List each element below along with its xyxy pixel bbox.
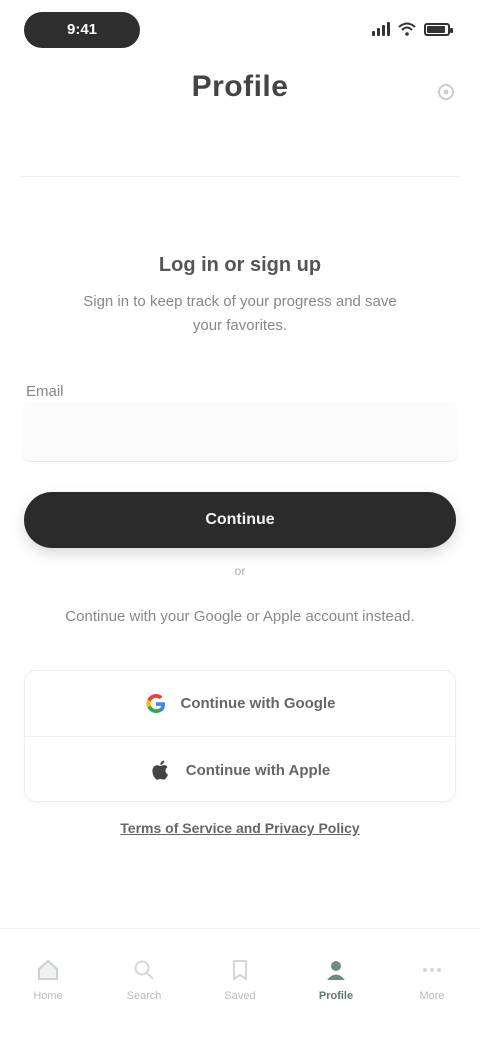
nav-item-more[interactable]: More [384,929,480,1029]
signal-icon [372,22,390,36]
settings-icon[interactable] [434,80,458,104]
home-icon [38,959,58,980]
google-signin-label: Continue with Google [180,695,336,712]
nav-label-profile: Profile [318,990,354,1002]
nav-item-saved[interactable]: Saved [192,929,288,1029]
header-divider [20,176,460,177]
or-divider-text: or [234,564,246,578]
provider-card: Continue with Google Continue with Apple [24,670,456,802]
apple-icon [152,760,168,780]
nav-item-search[interactable]: Search [96,929,192,1029]
nav-item-profile[interactable]: Profile [288,929,384,1029]
more-icon [423,968,441,972]
alternative-signin-description: Continue with your Google or Apple accou… [65,608,415,625]
app-screen: 9:41 Profile Log in or sign up Sign in t… [0,0,480,1040]
apple-signin-label: Continue with Apple [185,761,331,779]
google-signin-button[interactable]: Continue with Google [25,671,455,737]
apple-signin-button[interactable]: Continue with Apple [25,737,455,803]
bottom-navigation: Home Search Saved Profile More [0,928,480,1040]
profile-icon [327,961,345,980]
bookmark-icon [233,960,247,981]
status-bar: 9:41 [0,0,480,60]
signin-heading: Log in or sign up [158,254,322,276]
nav-label-more: More [419,990,445,1002]
header: Profile [0,60,480,124]
status-icons [372,20,453,38]
nav-item-home[interactable]: Home [0,929,96,1029]
nav-label-search: Search [126,990,162,1002]
status-time: 9:41 [66,21,98,38]
email-field[interactable] [22,402,458,462]
continue-button[interactable]: Continue [24,492,456,548]
battery-icon [424,22,453,36]
nav-label-home: Home [33,990,63,1002]
wifi-icon [398,22,416,36]
email-label: Email [26,383,64,400]
signin-description: Sign in to keep track of your progress a… [83,293,397,334]
terms-link[interactable]: Terms of Service and Privacy Policy [0,820,480,836]
page-title: Profile [191,70,289,103]
google-icon [145,693,165,713]
search-icon [134,960,154,980]
battery-level [427,25,445,33]
nav-label-saved: Saved [224,990,256,1002]
